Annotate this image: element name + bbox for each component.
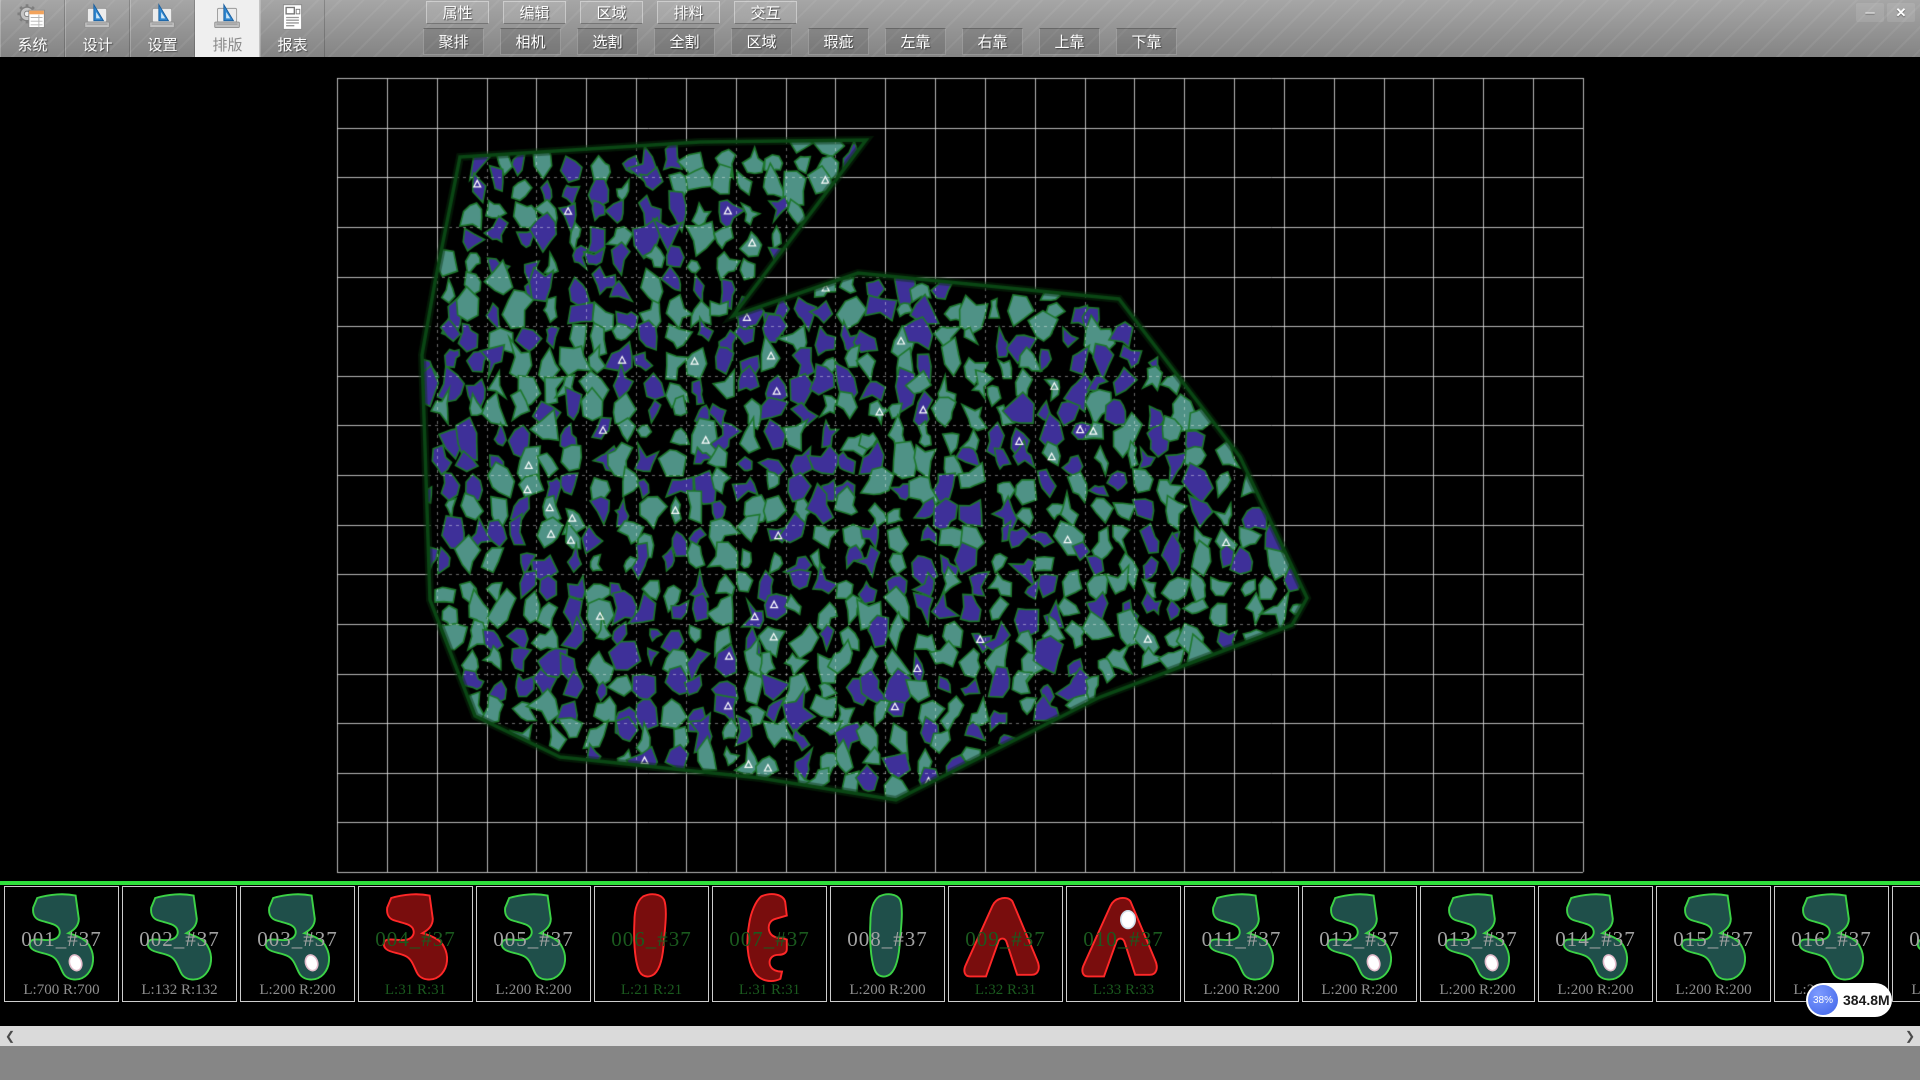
thumbnail-cell[interactable]: 015_#37 L:200 R:200	[1656, 886, 1771, 1002]
memory-usage-text: 384.8M	[1843, 992, 1890, 1008]
top-toolbar: 系统 设计 设置 排版 报表 属性编辑区域排料交互 聚排相机选割全割区域瑕疵左靠…	[0, 0, 1920, 57]
nav-item-layout[interactable]: 排版	[195, 0, 260, 57]
tool-button-4[interactable]: 全割	[654, 28, 715, 55]
window-controls: ─ ✕	[1856, 3, 1915, 22]
status-bar	[0, 1046, 1920, 1080]
app-window: 系统 设计 设置 排版 报表 属性编辑区域排料交互 聚排相机选割全割区域瑕疵左靠…	[0, 0, 1920, 1080]
piece-id-label: 017_#37	[1893, 927, 1920, 952]
piece-lr-label: L:200 R:200	[1303, 982, 1416, 999]
nav-label: 排版	[212, 34, 242, 55]
tool-button-6[interactable]: 瑕疵	[808, 28, 869, 55]
memory-badge: 38% 384.8M	[1806, 983, 1892, 1017]
piece-id-label: 013_#37	[1421, 927, 1534, 952]
scroll-right-arrow[interactable]: ❯	[1900, 1026, 1920, 1046]
piece-id-label: 006_#37	[595, 927, 708, 952]
thumbnail-cell[interactable]: 013_#37 L:200 R:200	[1420, 886, 1535, 1002]
tool-button-7[interactable]: 左靠	[885, 28, 946, 55]
piece-id-label: 004_#37	[359, 927, 472, 952]
tool-button-5[interactable]: 区域	[731, 28, 792, 55]
piece-id-label: 016_#37	[1775, 927, 1888, 952]
tool-button-row: 聚排相机选割全割区域瑕疵左靠右靠上靠下靠	[423, 28, 1193, 55]
piece-lr-label: L:200 R:200	[241, 982, 354, 999]
menu-tab-row: 属性编辑区域排料交互	[426, 1, 811, 24]
menu-tab-4[interactable]: 排料	[657, 1, 720, 24]
nav-item-settings[interactable]: 设置	[130, 0, 195, 57]
close-button[interactable]: ✕	[1887, 3, 1915, 22]
nav-label: 系统	[17, 34, 47, 55]
piece-id-label: 002_#37	[123, 927, 236, 952]
thumbnail-cell[interactable]: 014_#37 L:200 R:200	[1538, 886, 1653, 1002]
nav-label: 设计	[82, 34, 112, 55]
piece-lr-label: L:21 R:21	[595, 982, 708, 999]
piece-lr-label: L:200 R:200	[1421, 982, 1534, 999]
piece-id-label: 007_#37	[713, 927, 826, 952]
thumbnail-cell[interactable]: 009_#37 L:32 R:31	[948, 886, 1063, 1002]
piece-lr-label: L:33 R:33	[1067, 982, 1180, 999]
nav-item-system[interactable]: 系统	[0, 0, 65, 57]
piece-id-label: 014_#37	[1539, 927, 1652, 952]
main-nav: 系统 设计 设置 排版 报表	[0, 0, 325, 57]
nav-label: 报表	[277, 34, 307, 55]
piece-lr-label: L:200 R:200	[1657, 982, 1770, 999]
piece-lr-label: L:31 R:31	[713, 982, 826, 999]
tool-button-9[interactable]: 上靠	[1039, 28, 1100, 55]
tool-button-2[interactable]: 相机	[500, 28, 561, 55]
piece-id-label: 008_#37	[831, 927, 944, 952]
thumbnail-scrollbar[interactable]: ❮ ❯	[0, 1026, 1920, 1046]
piece-lr-label: L:200 R:200	[1185, 982, 1298, 999]
piece-id-label: 009_#37	[949, 927, 1062, 952]
piece-id-label: 001_#37	[5, 927, 118, 952]
thumbnail-cell[interactable]: 001_#37 L:700 R:700	[4, 886, 119, 1002]
piece-thumbnail-strip: 001_#37 L:700 R:700 002_#37 L:132 R:132 …	[0, 886, 1920, 1003]
thumbnail-cell[interactable]: 008_#37 L:200 R:200	[830, 886, 945, 1002]
tool-button-1[interactable]: 聚排	[423, 28, 484, 55]
piece-id-label: 010_#37	[1067, 927, 1180, 952]
menu-tab-1[interactable]: 属性	[426, 1, 489, 24]
settings-icon	[147, 2, 178, 33]
nav-item-report[interactable]: 报表	[260, 0, 325, 57]
piece-id-label: 003_#37	[241, 927, 354, 952]
menu-tab-2[interactable]: 编辑	[503, 1, 566, 24]
memory-percent-badge: 38%	[1808, 985, 1838, 1015]
thumbnail-cell[interactable]: 003_#37 L:200 R:200	[240, 886, 355, 1002]
tool-button-3[interactable]: 选割	[577, 28, 638, 55]
thumbnail-cell[interactable]: 007_#37 L:31 R:31	[712, 886, 827, 1002]
thumbnail-cell[interactable]: 004_#37 L:31 R:31	[358, 886, 473, 1002]
piece-lr-label: L:700 R:700	[5, 982, 118, 999]
piece-lr-label: L:200 R:200	[477, 982, 590, 999]
canvas-strip-divider	[0, 881, 1920, 885]
piece-id-label: 015_#37	[1657, 927, 1770, 952]
thumbnail-cell[interactable]: 017_#37 L:200 R:200	[1892, 886, 1920, 1002]
thumbnail-cell[interactable]: 002_#37 L:132 R:132	[122, 886, 237, 1002]
piece-lr-label: L:200 R:200	[1893, 982, 1920, 999]
report-icon	[277, 2, 308, 33]
thumbnail-cell[interactable]: 010_#37 L:33 R:33	[1066, 886, 1181, 1002]
minimize-button[interactable]: ─	[1856, 3, 1884, 22]
scroll-left-arrow[interactable]: ❮	[0, 1026, 20, 1046]
piece-lr-label: L:132 R:132	[123, 982, 236, 999]
layout-icon	[212, 2, 243, 33]
nav-item-design[interactable]: 设计	[65, 0, 130, 57]
menu-tab-5[interactable]: 交互	[734, 1, 797, 24]
piece-id-label: 012_#37	[1303, 927, 1416, 952]
system-icon	[17, 2, 48, 33]
piece-lr-label: L:31 R:31	[359, 982, 472, 999]
thumbnail-cell[interactable]: 011_#37 L:200 R:200	[1184, 886, 1299, 1002]
thumbnail-cell[interactable]: 005_#37 L:200 R:200	[476, 886, 591, 1002]
thumbnail-cell[interactable]: 006_#37 L:21 R:21	[594, 886, 709, 1002]
piece-lr-label: L:200 R:200	[1539, 982, 1652, 999]
piece-lr-label: L:32 R:31	[949, 982, 1062, 999]
piece-id-label: 011_#37	[1185, 927, 1298, 952]
piece-id-label: 005_#37	[477, 927, 590, 952]
tool-button-10[interactable]: 下靠	[1116, 28, 1177, 55]
thumbnail-cell[interactable]: 012_#37 L:200 R:200	[1302, 886, 1417, 1002]
tool-button-8[interactable]: 右靠	[962, 28, 1023, 55]
nesting-canvas[interactable]	[0, 57, 1920, 881]
nav-label: 设置	[147, 34, 177, 55]
menu-tab-3[interactable]: 区域	[580, 1, 643, 24]
piece-lr-label: L:200 R:200	[831, 982, 944, 999]
design-icon	[82, 2, 113, 33]
